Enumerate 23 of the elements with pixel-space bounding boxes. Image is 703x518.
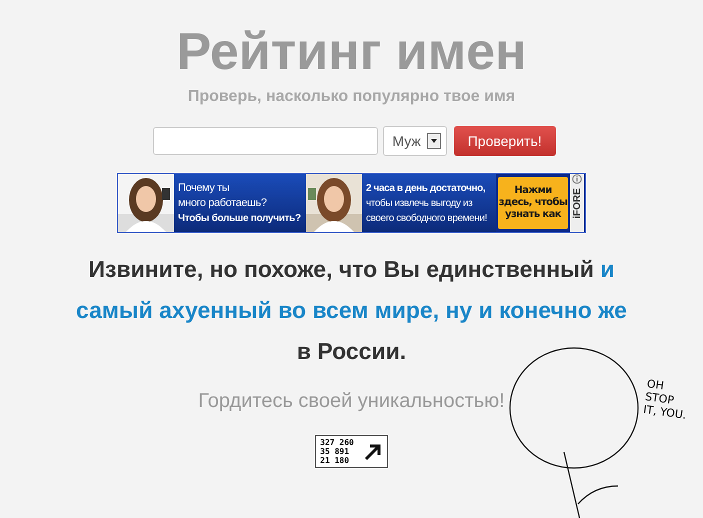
page-subtitle: Проверь, насколько популярно твое имя — [188, 88, 516, 106]
ad-text: 2 часа в день достаточно, — [366, 182, 486, 196]
counter-number: 327 260 — [320, 438, 354, 447]
gender-select[interactable]: Муж — [383, 126, 447, 156]
info-icon[interactable] — [572, 174, 582, 184]
ad-text: Почему ты — [178, 180, 230, 196]
tagline: Гордитесь своей уникальностью! — [198, 390, 505, 413]
check-button[interactable]: Проверить! — [454, 126, 556, 156]
caret-icon — [426, 133, 441, 149]
arrow-icon — [364, 444, 382, 460]
name-input-field[interactable] — [153, 127, 378, 155]
speech-text: OH STOP IT, YOU. — [642, 377, 688, 422]
ad-text: много работаешь? — [178, 196, 268, 210]
ad-text: Чтобы больше получить? — [178, 212, 302, 226]
counter-number: 21 180 — [320, 456, 350, 465]
counter-number: 35 891 — [320, 447, 350, 456]
visit-counter[interactable]: 327 260 35 891 21 180 — [315, 435, 388, 468]
ad-cta[interactable]: Нажми здесь, чтобы узнать как — [498, 177, 568, 229]
ad-brand: iFORE — [572, 188, 582, 219]
result-message: Извините, но похоже, что Вы единственный и самый ахуенный во всем мире, ну и конечно же в России. — [75, 255, 628, 366]
ad-text: своего свободного времени! — [366, 212, 488, 226]
ad-text: чтобы извлечь выгоду из — [366, 196, 474, 210]
page-title: Рейтинг имен — [176, 22, 526, 82]
